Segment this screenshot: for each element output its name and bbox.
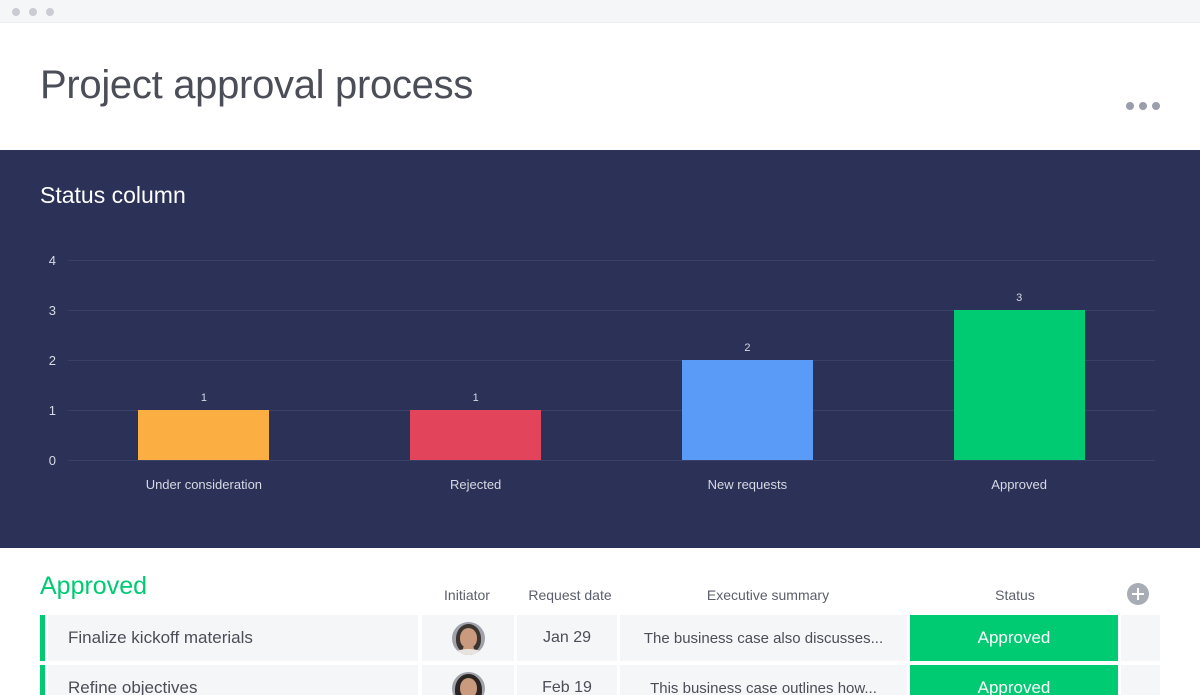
cell-item-name[interactable]: Refine objectives <box>48 665 418 695</box>
avatar-face-icon <box>459 677 477 695</box>
app-window: Project approval process Status column 0… <box>0 0 1200 695</box>
chart-category-label: Approved <box>991 477 1047 492</box>
cell-executive-summary[interactable]: The business case also discusses... <box>620 615 907 661</box>
bar-chart-plot: 0 1 2 3 4 1 Under consideration 1 Rejected 2 New r… <box>0 150 1200 548</box>
chart-bar-value-label: 1 <box>472 392 479 404</box>
group-title: Approved <box>40 572 148 600</box>
page-header: Project approval process <box>0 23 1200 150</box>
close-dot-icon[interactable] <box>12 8 20 16</box>
chart-bar-rect[interactable] <box>953 310 1085 460</box>
cell-tail <box>1121 665 1160 695</box>
avatar[interactable] <box>451 621 485 655</box>
chart-category-label: Rejected <box>449 477 502 492</box>
avatar-body-icon <box>453 648 483 655</box>
table-row[interactable]: Refine objectives Feb 19 This business cas… <box>40 665 1160 695</box>
chart-bar[interactable]: 3 Approved <box>953 150 1085 491</box>
kebab-dot-1-icon <box>1126 102 1134 110</box>
cell-executive-summary[interactable]: This business case outlines how... <box>620 665 907 695</box>
chart-bar[interactable]: 1 Rejected <box>410 150 542 491</box>
y-axis-tick-label: 0 <box>48 453 56 468</box>
chart-category-label: Under consideration <box>145 477 263 492</box>
chart-bar-rect[interactable] <box>410 410 542 460</box>
chart-bar[interactable]: 2 New requests <box>681 150 813 491</box>
cell-item-name[interactable]: Finalize kickoff materials <box>48 615 418 661</box>
row-accent-bar <box>40 665 45 695</box>
chart-bar-value-label: 2 <box>744 342 751 354</box>
row-accent-bar <box>40 615 45 661</box>
column-header-executive-summary[interactable]: Executive summary <box>628 588 908 602</box>
avatar[interactable] <box>451 671 485 695</box>
y-axis-tick-label: 3 <box>48 303 56 318</box>
y-axis-tick-label: 4 <box>48 253 56 268</box>
chart-bar[interactable]: 1 Under consideration <box>138 150 270 491</box>
chart-bar-value-label: 3 <box>1016 292 1023 304</box>
window-titlebar <box>0 0 1200 23</box>
chart-category-label: New requests <box>707 477 788 492</box>
cell-initiator[interactable] <box>422 615 514 661</box>
chart-bar-rect[interactable] <box>681 360 813 460</box>
table-row[interactable]: Finalize kickoff materials Jan 29 The busi… <box>40 615 1160 661</box>
kebab-dot-3-icon <box>1152 102 1160 110</box>
y-axis-tick-label: 2 <box>48 353 56 368</box>
y-axis-tick-label: 1 <box>48 403 56 418</box>
kebab-menu-icon[interactable] <box>1126 102 1160 110</box>
chart-gridline <box>68 460 1155 461</box>
chart-panel: Status column 0 1 2 3 4 1 Under consideration 1… <box>0 150 1200 548</box>
minimize-dot-icon[interactable] <box>29 8 37 16</box>
window-controls <box>12 8 54 16</box>
cell-status-badge[interactable]: Approved <box>910 665 1118 695</box>
column-header-initiator[interactable]: Initiator <box>422 588 512 602</box>
column-header-request-date[interactable]: Request date <box>512 588 628 602</box>
cell-request-date[interactable]: Jan 29 <box>517 615 617 661</box>
cell-tail <box>1121 615 1160 661</box>
kebab-dot-2-icon <box>1139 102 1147 110</box>
add-column-button[interactable] <box>1127 583 1149 605</box>
chart-bar-value-label: 1 <box>200 392 207 404</box>
cell-status-badge[interactable]: Approved <box>910 615 1118 661</box>
column-header-status[interactable]: Status <box>912 588 1118 602</box>
table-panel: Approved Initiator Request date Executive … <box>0 548 1200 695</box>
cell-initiator[interactable] <box>422 665 514 695</box>
maximize-dot-icon[interactable] <box>46 8 54 16</box>
page-title: Project approval process <box>40 63 474 107</box>
cell-request-date[interactable]: Feb 19 <box>517 665 617 695</box>
chart-bar-rect[interactable] <box>138 410 270 460</box>
